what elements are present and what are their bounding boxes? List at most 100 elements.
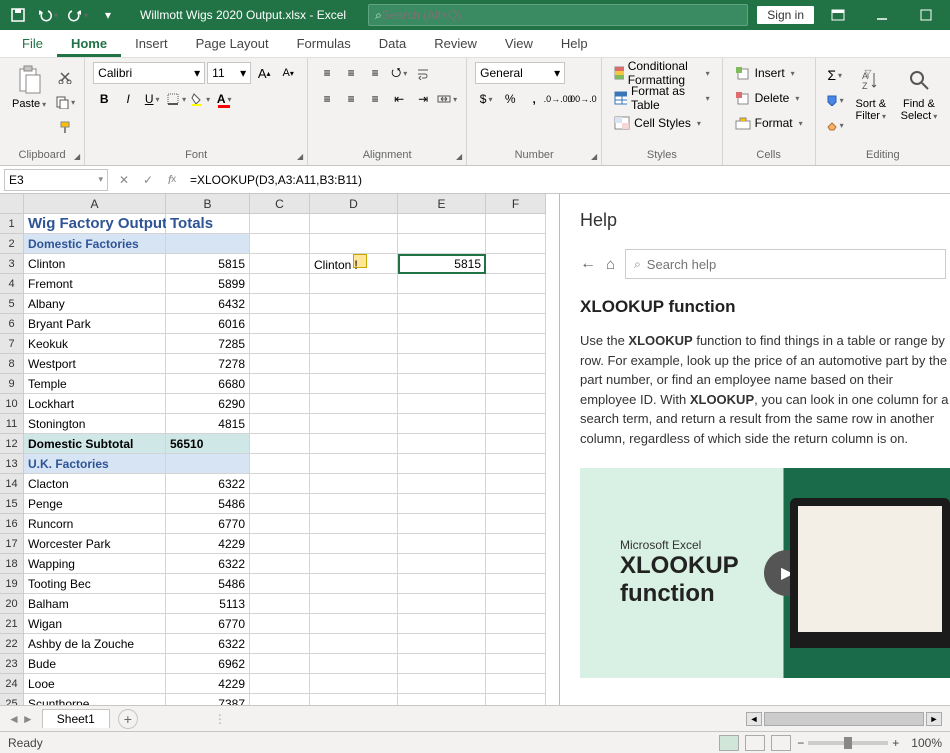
cell[interactable]: 56510 — [166, 434, 250, 454]
row-header[interactable]: 12 — [0, 434, 24, 454]
cell[interactable] — [310, 614, 398, 634]
delete-cells-button[interactable]: Delete — [731, 87, 807, 109]
zoom-slider[interactable] — [808, 741, 888, 745]
font-launcher-icon[interactable]: ◢ — [297, 152, 303, 161]
help-search-input[interactable] — [647, 257, 937, 272]
cell[interactable] — [310, 674, 398, 694]
cell[interactable] — [398, 514, 486, 534]
cell[interactable]: Stonington — [24, 414, 166, 434]
cell[interactable]: 7278 — [166, 354, 250, 374]
cell[interactable] — [398, 534, 486, 554]
fill-color-button[interactable] — [189, 88, 211, 110]
cell[interactable] — [398, 234, 486, 254]
cell[interactable] — [486, 614, 546, 634]
cell[interactable] — [398, 214, 486, 234]
sign-in-button[interactable]: Sign in — [757, 6, 814, 24]
help-home-icon[interactable]: ⌂ — [606, 256, 615, 273]
cell[interactable] — [310, 414, 398, 434]
cell[interactable] — [166, 454, 250, 474]
cell[interactable] — [250, 674, 310, 694]
tab-insert[interactable]: Insert — [121, 32, 182, 57]
cell[interactable] — [398, 574, 486, 594]
cell[interactable] — [398, 394, 486, 414]
zoom-out-icon[interactable]: − — [797, 736, 804, 750]
cell[interactable]: 6770 — [166, 614, 250, 634]
cell[interactable] — [486, 234, 546, 254]
maximize-icon[interactable] — [906, 0, 946, 30]
underline-button[interactable]: U — [141, 88, 163, 110]
align-left-icon[interactable]: ≡ — [316, 88, 338, 110]
cell[interactable]: Penge — [24, 494, 166, 514]
cell[interactable] — [486, 674, 546, 694]
cell[interactable]: 4815 — [166, 414, 250, 434]
cell[interactable]: Totals — [166, 214, 250, 234]
font-color-button[interactable]: A — [213, 88, 235, 110]
enter-formula-icon[interactable]: ✓ — [136, 169, 160, 191]
cell[interactable] — [250, 394, 310, 414]
cell[interactable] — [250, 274, 310, 294]
cell[interactable] — [486, 334, 546, 354]
cell[interactable] — [250, 374, 310, 394]
cell[interactable] — [250, 694, 310, 705]
minimize-icon[interactable] — [862, 0, 902, 30]
cell[interactable]: 6290 — [166, 394, 250, 414]
cell[interactable] — [310, 694, 398, 705]
customize-qat-icon[interactable]: ▾ — [94, 2, 122, 28]
tab-review[interactable]: Review — [420, 32, 491, 57]
cell[interactable] — [250, 334, 310, 354]
row-header[interactable]: 5 — [0, 294, 24, 314]
cell[interactable]: 7285 — [166, 334, 250, 354]
cut-button[interactable] — [54, 66, 76, 88]
sheet-tab[interactable]: Sheet1 — [42, 709, 110, 728]
cell[interactable]: Bude — [24, 654, 166, 674]
cell[interactable] — [250, 534, 310, 554]
tab-help[interactable]: Help — [547, 32, 602, 57]
cell[interactable] — [250, 494, 310, 514]
row-header[interactable]: 18 — [0, 554, 24, 574]
help-search[interactable]: ⌕ — [625, 249, 946, 279]
name-box[interactable]: E3▾ — [4, 169, 108, 191]
cell[interactable] — [486, 454, 546, 474]
col-header[interactable]: D — [310, 194, 398, 214]
col-header[interactable]: A — [24, 194, 166, 214]
number-format-dropdown[interactable]: General▾ — [475, 62, 565, 84]
zoom-in-icon[interactable]: + — [892, 736, 899, 750]
align-middle-icon[interactable]: ≡ — [340, 62, 362, 84]
hscroll-left-icon[interactable]: ◄ — [746, 712, 762, 726]
autosave-icon[interactable] — [4, 2, 32, 28]
cell[interactable] — [486, 594, 546, 614]
cell[interactable]: 7387 — [166, 694, 250, 705]
cell[interactable] — [486, 354, 546, 374]
tab-file[interactable]: File — [8, 32, 57, 57]
decrease-font-icon[interactable]: A▾ — [277, 62, 299, 84]
cell[interactable] — [398, 674, 486, 694]
cell[interactable] — [310, 314, 398, 334]
row-header[interactable]: 8 — [0, 354, 24, 374]
cell[interactable]: U.K. Factories — [24, 454, 166, 474]
cell[interactable] — [310, 594, 398, 614]
cell[interactable] — [398, 314, 486, 334]
border-button[interactable] — [165, 88, 187, 110]
cell[interactable] — [250, 574, 310, 594]
row-header[interactable]: 1 — [0, 214, 24, 234]
cell[interactable] — [486, 434, 546, 454]
cell[interactable] — [486, 514, 546, 534]
tab-data[interactable]: Data — [365, 32, 420, 57]
row-header[interactable]: 25 — [0, 694, 24, 705]
cell-styles-button[interactable]: Cell Styles — [610, 112, 713, 134]
cell[interactable]: Keokuk — [24, 334, 166, 354]
cell[interactable] — [250, 314, 310, 334]
select-all-corner[interactable] — [0, 194, 24, 214]
find-select-button[interactable]: Find & Select — [896, 62, 942, 136]
tell-me-search[interactable]: ⌕ — [368, 4, 748, 26]
new-sheet-button[interactable]: + — [118, 709, 138, 729]
cell[interactable] — [486, 294, 546, 314]
row-header[interactable]: 20 — [0, 594, 24, 614]
tab-home[interactable]: Home — [57, 32, 121, 57]
wrap-text-icon[interactable] — [412, 62, 434, 84]
cell[interactable] — [310, 234, 398, 254]
autosum-icon[interactable]: Σ — [824, 64, 846, 86]
cell[interactable] — [486, 694, 546, 705]
font-name-dropdown[interactable]: Calibri▾ — [93, 62, 205, 84]
cell[interactable]: 6016 — [166, 314, 250, 334]
